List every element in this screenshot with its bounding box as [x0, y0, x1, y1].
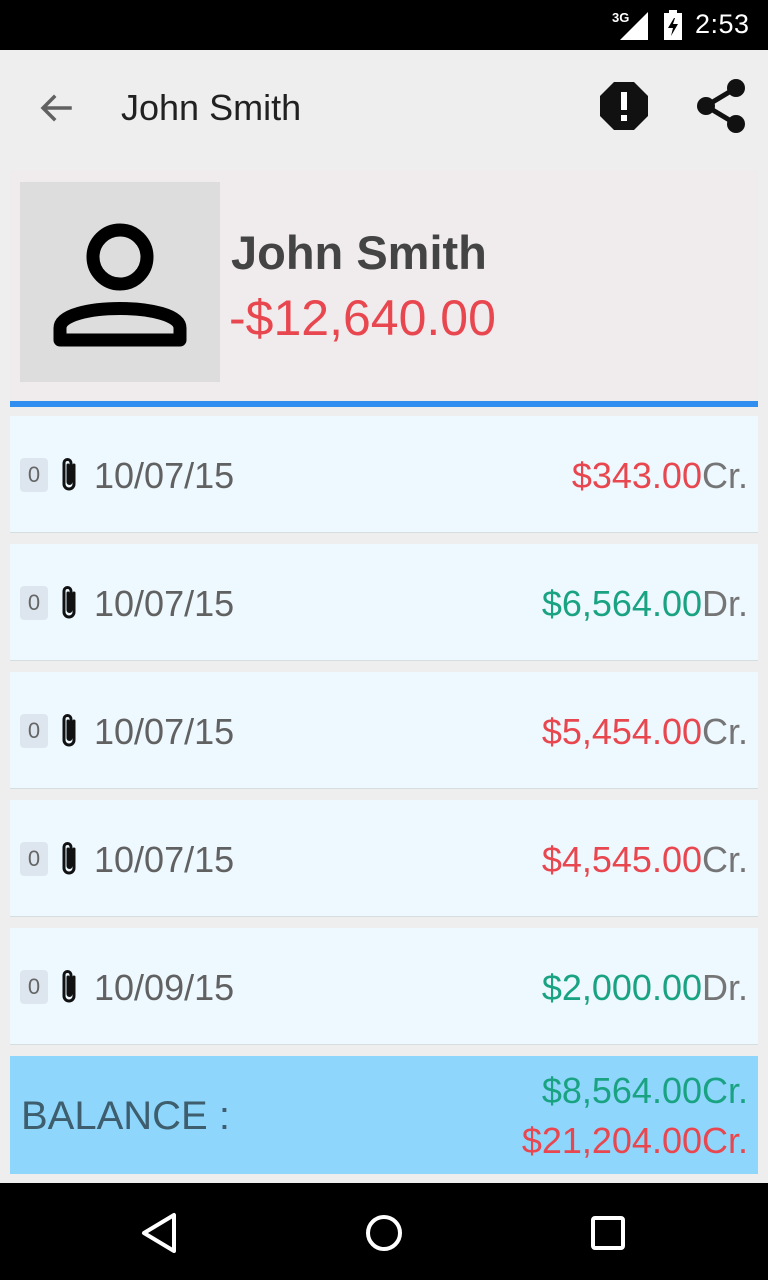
count-badge: 0: [20, 586, 48, 620]
profile-card: John Smith -$12,640.00: [10, 171, 758, 401]
count-badge: 0: [20, 970, 48, 1004]
transaction-row[interactable]: 0 10/09/15 $2,000.00Dr.: [10, 928, 758, 1045]
amount-type: Dr.: [701, 967, 748, 1008]
count-badge: 0: [20, 714, 48, 748]
paperclip-icon[interactable]: [58, 583, 82, 621]
amount-type: Cr.: [701, 455, 748, 496]
amount-value: $343.00: [571, 455, 702, 496]
battery-icon: [664, 10, 682, 40]
avatar-person-icon: [53, 223, 187, 347]
app-bar: John Smith: [0, 50, 768, 166]
page-title: John Smith: [121, 87, 302, 128]
transaction-row[interactable]: 0 10/07/15 $343.00Cr.: [10, 416, 758, 533]
transaction-date: 10/07/15: [94, 455, 235, 496]
amount-value: $6,564.00: [541, 583, 702, 624]
transaction-row[interactable]: 0 10/07/15 $6,564.00Dr.: [10, 544, 758, 661]
clock: 2:53: [695, 9, 750, 39]
nav-back-icon[interactable]: [136, 1209, 184, 1257]
transaction-row[interactable]: 0 10/07/15 $5,454.00Cr.: [10, 672, 758, 789]
system-nav-bar: [0, 1183, 768, 1280]
alert-icon[interactable]: [598, 80, 650, 132]
nav-recents-icon[interactable]: [584, 1209, 632, 1257]
transaction-date: 10/07/15: [94, 839, 235, 880]
paperclip-icon[interactable]: [58, 455, 82, 493]
transaction-amount: $6,564.00Dr.: [542, 583, 748, 625]
transaction-date: 10/09/15: [94, 967, 235, 1008]
transaction-amount: $5,454.00Cr.: [542, 711, 748, 753]
transaction-date: 10/07/15: [94, 583, 235, 624]
amount-value: $4,545.00: [541, 839, 702, 880]
amount-type: Dr.: [701, 583, 748, 624]
avatar[interactable]: [20, 182, 220, 382]
amount-value: $5,454.00: [541, 711, 702, 752]
contact-total-amount: -$12,640.00: [229, 290, 496, 346]
balance-label: BALANCE :: [21, 1094, 230, 1138]
back-arrow-icon[interactable]: [34, 86, 78, 130]
paperclip-icon[interactable]: [58, 839, 82, 877]
status-bar: 3G 2:53: [0, 0, 768, 50]
transaction-row[interactable]: 0 10/07/15 $4,545.00Cr.: [10, 800, 758, 917]
contact-name: John Smith: [231, 226, 487, 279]
balance-summary: BALANCE : $8,564.00Cr. $21,204.00Cr.: [10, 1056, 758, 1174]
paperclip-icon[interactable]: [58, 711, 82, 749]
signal-icon: [620, 12, 648, 40]
count-badge: 0: [20, 458, 48, 492]
nav-home-icon[interactable]: [360, 1209, 408, 1257]
transaction-date: 10/07/15: [94, 711, 235, 752]
transaction-amount: $4,545.00Cr.: [542, 839, 748, 881]
amount-value: $2,000.00: [541, 967, 702, 1008]
count-badge: 0: [20, 842, 48, 876]
amount-type: Cr.: [701, 711, 748, 752]
balance-credit-red: $21,204.00Cr.: [521, 1120, 748, 1161]
amount-type: Cr.: [701, 839, 748, 880]
balance-credit-green: $8,564.00Cr.: [541, 1070, 748, 1111]
share-icon[interactable]: [694, 78, 748, 134]
transaction-amount: $2,000.00Dr.: [542, 967, 748, 1009]
paperclip-icon[interactable]: [58, 967, 82, 1005]
transaction-amount: $343.00Cr.: [572, 455, 748, 497]
divider: [10, 401, 758, 407]
